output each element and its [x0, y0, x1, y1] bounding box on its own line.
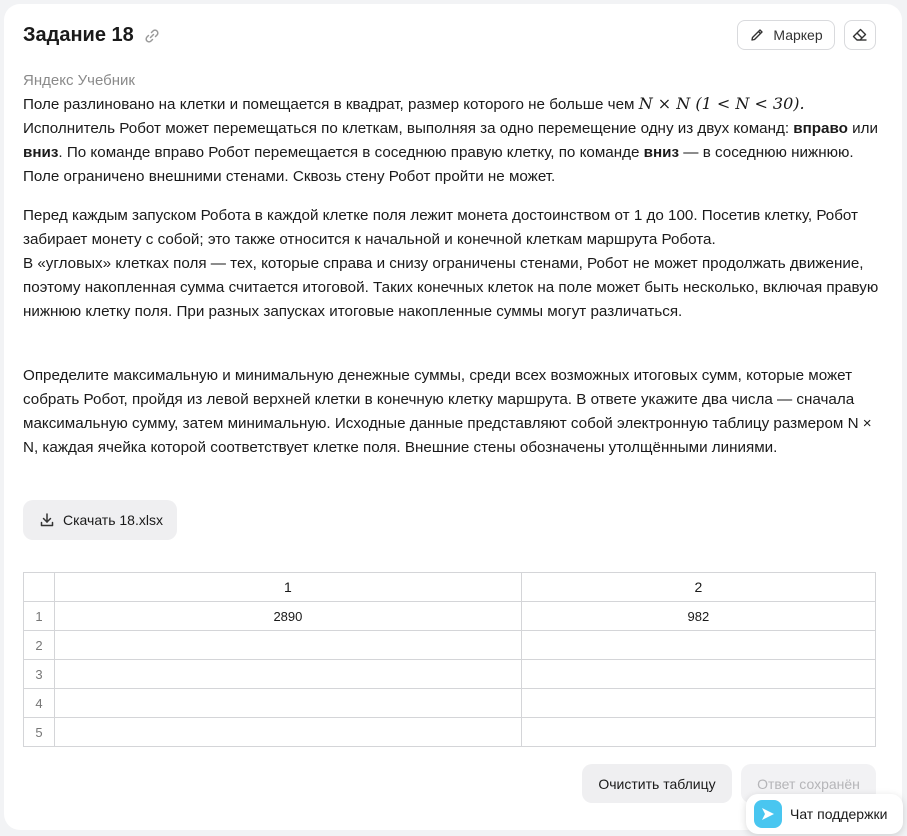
p1-text-1: Поле разлиновано на клетки и помещается …: [23, 96, 639, 113]
p1-text-4: . По команде вправо Робот перемещается в…: [58, 144, 644, 161]
answer-cell[interactable]: 2890: [54, 601, 522, 631]
answer-cell[interactable]: [54, 688, 522, 718]
p1-text-3: или: [847, 120, 878, 137]
clear-table-button[interactable]: Очистить таблицу: [582, 764, 732, 803]
row-number: 5: [23, 717, 55, 747]
eraser-icon: [852, 28, 867, 41]
pencil-icon: [751, 29, 764, 41]
answer-table-header: 1 2: [23, 572, 877, 602]
row-number: 1: [23, 601, 55, 631]
p1-text-2: Исполнитель Робот может перемещаться по …: [23, 120, 794, 137]
task-source: Яндекс Учебник: [23, 72, 135, 89]
download-icon: [40, 513, 54, 527]
column-header: 2: [520, 572, 877, 602]
row-number: 3: [23, 659, 55, 689]
task-paragraph-1: Поле разлиновано на клетки и помещается …: [23, 92, 885, 189]
table-row: 5: [23, 717, 877, 747]
link-icon[interactable]: [143, 27, 161, 45]
column-header: 1: [54, 572, 522, 602]
answer-cell[interactable]: [520, 630, 877, 660]
command-down: вниз: [23, 144, 59, 161]
answer-cell[interactable]: [54, 659, 522, 689]
answer-cell[interactable]: 982: [520, 601, 877, 631]
eraser-button[interactable]: [844, 20, 876, 50]
command-right: вправо: [793, 120, 848, 137]
task-header: Задание 18: [23, 24, 161, 47]
chat-icon: [754, 800, 782, 828]
table-row: 2: [23, 630, 877, 660]
table-row: 3: [23, 659, 877, 689]
table-row: 4: [23, 688, 877, 718]
marker-label: Маркер: [773, 27, 823, 43]
download-label: Скачать 18.xlsx: [63, 512, 163, 528]
task-title: Задание 18: [23, 24, 134, 46]
answer-cell[interactable]: [520, 688, 877, 718]
chat-label: Чат поддержки: [790, 806, 888, 822]
task-paragraph-3: Определите максимальную и минимальную де…: [23, 367, 872, 456]
marker-button[interactable]: Маркер: [737, 20, 835, 50]
download-button[interactable]: Скачать 18.xlsx: [23, 500, 177, 540]
command-down-2: вниз: [643, 144, 680, 161]
answer-cell[interactable]: [520, 659, 877, 689]
answer-cell[interactable]: [54, 630, 522, 660]
table-row: 1 2890 982: [23, 601, 877, 631]
answer-cell[interactable]: [520, 717, 877, 747]
answer-cell[interactable]: [54, 717, 522, 747]
p2-text-1: Перед каждым запуском Робота в каждой кл…: [23, 207, 859, 248]
table-corner: [23, 572, 55, 602]
row-number: 4: [23, 688, 55, 718]
support-chat-button[interactable]: Чат поддержки: [746, 794, 903, 834]
task-paragraph-2: Перед каждым запуском Робота в каждой кл…: [23, 204, 885, 324]
answer-table: 1 2 1 2890 982 2 3 4 5: [23, 572, 877, 747]
p2-text-2: В «угловых» клетках поля — тех, которые …: [23, 255, 879, 320]
math-expression: N × N (1 < N < 30).: [638, 94, 805, 113]
row-number: 2: [23, 630, 55, 660]
